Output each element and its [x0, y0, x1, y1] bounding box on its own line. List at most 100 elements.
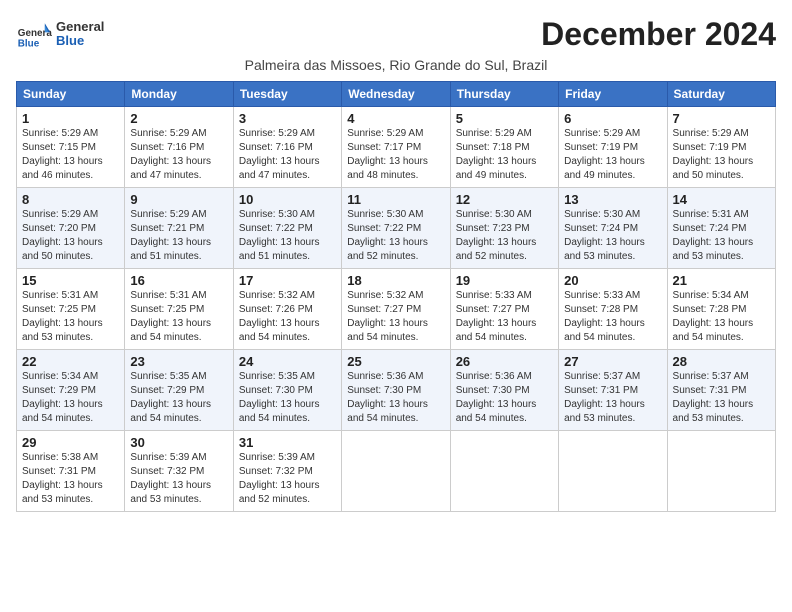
calendar-cell: 17 Sunrise: 5:32 AM Sunset: 7:26 PM Dayl…: [233, 269, 341, 350]
day-number: 19: [456, 273, 553, 288]
logo: General Blue General Blue: [16, 16, 104, 52]
calendar-cell: 15 Sunrise: 5:31 AM Sunset: 7:25 PM Dayl…: [17, 269, 125, 350]
day-number: 20: [564, 273, 661, 288]
day-number: 5: [456, 111, 553, 126]
day-info: Sunrise: 5:37 AM Sunset: 7:31 PM Dayligh…: [564, 370, 661, 426]
day-number: 12: [456, 192, 553, 207]
day-number: 9: [130, 192, 227, 207]
day-info: Sunrise: 5:29 AM Sunset: 7:20 PM Dayligh…: [22, 208, 119, 264]
calendar-cell: 29 Sunrise: 5:38 AM Sunset: 7:31 PM Dayl…: [17, 431, 125, 512]
logo-icon: General Blue: [16, 16, 52, 52]
logo-blue: Blue: [56, 34, 104, 48]
day-number: 14: [673, 192, 770, 207]
day-of-week-header: Saturday: [667, 82, 775, 107]
page-header: General Blue General Blue December 2024: [16, 16, 776, 53]
calendar-cell: 27 Sunrise: 5:37 AM Sunset: 7:31 PM Dayl…: [559, 350, 667, 431]
calendar-cell: 26 Sunrise: 5:36 AM Sunset: 7:30 PM Dayl…: [450, 350, 558, 431]
day-number: 7: [673, 111, 770, 126]
calendar-cell: 28 Sunrise: 5:37 AM Sunset: 7:31 PM Dayl…: [667, 350, 775, 431]
day-number: 15: [22, 273, 119, 288]
calendar-cell: 25 Sunrise: 5:36 AM Sunset: 7:30 PM Dayl…: [342, 350, 450, 431]
calendar-cell: 30 Sunrise: 5:39 AM Sunset: 7:32 PM Dayl…: [125, 431, 233, 512]
day-number: 3: [239, 111, 336, 126]
day-info: Sunrise: 5:39 AM Sunset: 7:32 PM Dayligh…: [239, 451, 336, 507]
day-number: 11: [347, 192, 444, 207]
day-info: Sunrise: 5:29 AM Sunset: 7:16 PM Dayligh…: [130, 127, 227, 183]
calendar-cell: 20 Sunrise: 5:33 AM Sunset: 7:28 PM Dayl…: [559, 269, 667, 350]
day-number: 31: [239, 435, 336, 450]
calendar-cell: 2 Sunrise: 5:29 AM Sunset: 7:16 PM Dayli…: [125, 107, 233, 188]
day-number: 30: [130, 435, 227, 450]
day-number: 6: [564, 111, 661, 126]
day-number: 26: [456, 354, 553, 369]
calendar-cell: [450, 431, 558, 512]
day-info: Sunrise: 5:39 AM Sunset: 7:32 PM Dayligh…: [130, 451, 227, 507]
day-info: Sunrise: 5:34 AM Sunset: 7:29 PM Dayligh…: [22, 370, 119, 426]
day-number: 25: [347, 354, 444, 369]
day-of-week-header: Tuesday: [233, 82, 341, 107]
calendar-cell: [342, 431, 450, 512]
day-number: 23: [130, 354, 227, 369]
day-info: Sunrise: 5:29 AM Sunset: 7:18 PM Dayligh…: [456, 127, 553, 183]
location-title: Palmeira das Missoes, Rio Grande do Sul,…: [16, 57, 776, 73]
calendar-cell: 24 Sunrise: 5:35 AM Sunset: 7:30 PM Dayl…: [233, 350, 341, 431]
calendar-cell: 16 Sunrise: 5:31 AM Sunset: 7:25 PM Dayl…: [125, 269, 233, 350]
day-info: Sunrise: 5:29 AM Sunset: 7:16 PM Dayligh…: [239, 127, 336, 183]
day-info: Sunrise: 5:32 AM Sunset: 7:27 PM Dayligh…: [347, 289, 444, 345]
day-info: Sunrise: 5:35 AM Sunset: 7:29 PM Dayligh…: [130, 370, 227, 426]
day-number: 16: [130, 273, 227, 288]
day-of-week-header: Sunday: [17, 82, 125, 107]
day-info: Sunrise: 5:34 AM Sunset: 7:28 PM Dayligh…: [673, 289, 770, 345]
day-of-week-header: Wednesday: [342, 82, 450, 107]
day-number: 1: [22, 111, 119, 126]
calendar-header-row: SundayMondayTuesdayWednesdayThursdayFrid…: [17, 82, 776, 107]
day-info: Sunrise: 5:30 AM Sunset: 7:22 PM Dayligh…: [347, 208, 444, 264]
calendar-cell: [559, 431, 667, 512]
calendar-cell: 10 Sunrise: 5:30 AM Sunset: 7:22 PM Dayl…: [233, 188, 341, 269]
calendar-cell: 14 Sunrise: 5:31 AM Sunset: 7:24 PM Dayl…: [667, 188, 775, 269]
day-number: 27: [564, 354, 661, 369]
day-info: Sunrise: 5:31 AM Sunset: 7:25 PM Dayligh…: [130, 289, 227, 345]
day-number: 18: [347, 273, 444, 288]
calendar-cell: 11 Sunrise: 5:30 AM Sunset: 7:22 PM Dayl…: [342, 188, 450, 269]
logo-general: General: [56, 20, 104, 34]
day-info: Sunrise: 5:32 AM Sunset: 7:26 PM Dayligh…: [239, 289, 336, 345]
day-info: Sunrise: 5:37 AM Sunset: 7:31 PM Dayligh…: [673, 370, 770, 426]
day-number: 2: [130, 111, 227, 126]
day-number: 8: [22, 192, 119, 207]
calendar-cell: 19 Sunrise: 5:33 AM Sunset: 7:27 PM Dayl…: [450, 269, 558, 350]
calendar-cell: 21 Sunrise: 5:34 AM Sunset: 7:28 PM Dayl…: [667, 269, 775, 350]
day-info: Sunrise: 5:36 AM Sunset: 7:30 PM Dayligh…: [456, 370, 553, 426]
day-info: Sunrise: 5:33 AM Sunset: 7:28 PM Dayligh…: [564, 289, 661, 345]
calendar-table: SundayMondayTuesdayWednesdayThursdayFrid…: [16, 81, 776, 512]
day-number: 17: [239, 273, 336, 288]
day-number: 10: [239, 192, 336, 207]
day-info: Sunrise: 5:29 AM Sunset: 7:19 PM Dayligh…: [673, 127, 770, 183]
calendar-cell: 18 Sunrise: 5:32 AM Sunset: 7:27 PM Dayl…: [342, 269, 450, 350]
day-info: Sunrise: 5:31 AM Sunset: 7:24 PM Dayligh…: [673, 208, 770, 264]
day-of-week-header: Friday: [559, 82, 667, 107]
calendar-cell: 7 Sunrise: 5:29 AM Sunset: 7:19 PM Dayli…: [667, 107, 775, 188]
day-number: 21: [673, 273, 770, 288]
svg-text:Blue: Blue: [18, 39, 40, 50]
calendar-cell: 5 Sunrise: 5:29 AM Sunset: 7:18 PM Dayli…: [450, 107, 558, 188]
day-number: 24: [239, 354, 336, 369]
day-number: 4: [347, 111, 444, 126]
calendar-cell: 1 Sunrise: 5:29 AM Sunset: 7:15 PM Dayli…: [17, 107, 125, 188]
day-of-week-header: Thursday: [450, 82, 558, 107]
calendar-cell: 9 Sunrise: 5:29 AM Sunset: 7:21 PM Dayli…: [125, 188, 233, 269]
day-info: Sunrise: 5:30 AM Sunset: 7:22 PM Dayligh…: [239, 208, 336, 264]
day-info: Sunrise: 5:30 AM Sunset: 7:24 PM Dayligh…: [564, 208, 661, 264]
day-info: Sunrise: 5:33 AM Sunset: 7:27 PM Dayligh…: [456, 289, 553, 345]
calendar-cell: 22 Sunrise: 5:34 AM Sunset: 7:29 PM Dayl…: [17, 350, 125, 431]
day-number: 29: [22, 435, 119, 450]
day-info: Sunrise: 5:29 AM Sunset: 7:21 PM Dayligh…: [130, 208, 227, 264]
calendar-cell: 3 Sunrise: 5:29 AM Sunset: 7:16 PM Dayli…: [233, 107, 341, 188]
calendar-cell: 13 Sunrise: 5:30 AM Sunset: 7:24 PM Dayl…: [559, 188, 667, 269]
day-info: Sunrise: 5:38 AM Sunset: 7:31 PM Dayligh…: [22, 451, 119, 507]
calendar-cell: 6 Sunrise: 5:29 AM Sunset: 7:19 PM Dayli…: [559, 107, 667, 188]
day-number: 22: [22, 354, 119, 369]
day-info: Sunrise: 5:29 AM Sunset: 7:17 PM Dayligh…: [347, 127, 444, 183]
calendar-cell: [667, 431, 775, 512]
day-of-week-header: Monday: [125, 82, 233, 107]
